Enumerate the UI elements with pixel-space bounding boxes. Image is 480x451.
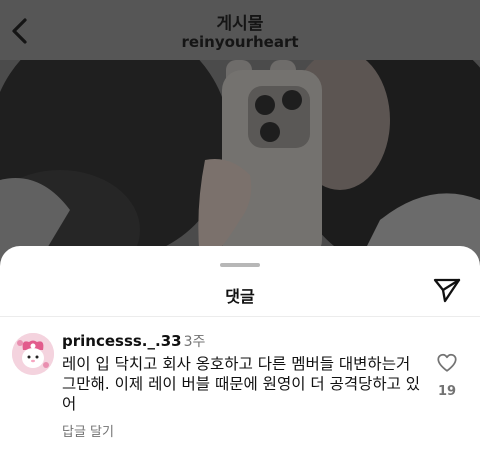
heart-outline-icon <box>437 353 457 372</box>
post-author-username[interactable]: reinyourheart <box>0 33 480 51</box>
comments-sheet: 댓글 princesss._.33 3주 레이 입 닥치고 회사 옹호하고 다른 … <box>0 246 480 451</box>
avatar-image <box>12 333 54 375</box>
avatar[interactable] <box>12 333 54 375</box>
sheet-drag-handle[interactable] <box>220 263 260 267</box>
comment-timestamp: 3주 <box>183 334 206 350</box>
reply-button[interactable]: 답글 달기 <box>62 421 114 440</box>
comment-author[interactable]: princesss._.33 3주 <box>62 331 205 351</box>
page-title: 게시물 <box>216 14 264 34</box>
paper-plane-icon <box>433 278 461 303</box>
like-count: 19 <box>437 384 457 399</box>
divider <box>0 316 480 317</box>
post-photo[interactable] <box>0 60 480 260</box>
post-header: 게시물 reinyourheart <box>0 0 480 60</box>
comments-title: 댓글 <box>225 287 255 306</box>
comment-username[interactable]: princesss._.33 <box>62 332 182 350</box>
like-button[interactable] <box>436 352 458 374</box>
share-button[interactable] <box>432 276 462 304</box>
comment-text: 레이 입 닥치고 회사 옹호하고 다른 멤버들 대변하는거 그만해. 이제 레이… <box>62 355 421 413</box>
